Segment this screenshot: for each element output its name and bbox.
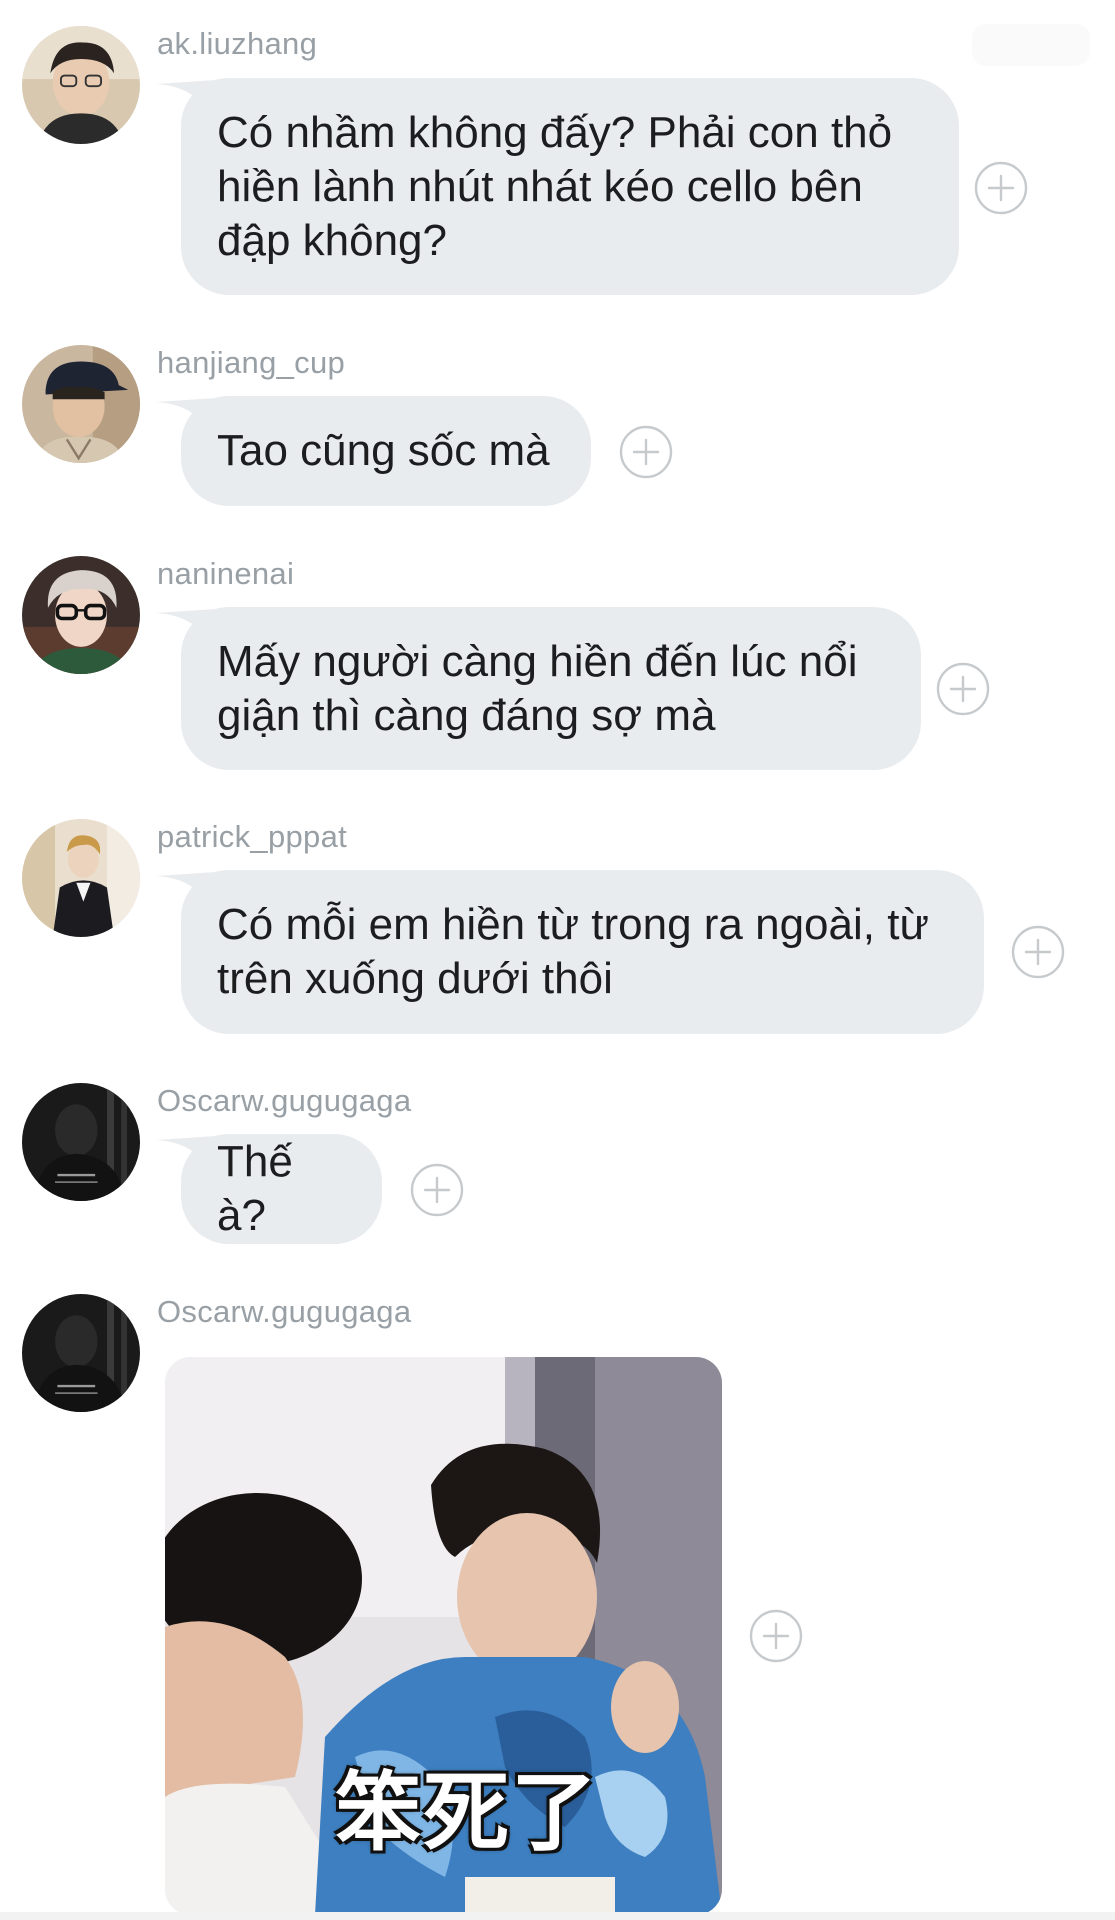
avatar[interactable] — [22, 345, 140, 463]
avatar-photo — [22, 1083, 140, 1201]
avatar[interactable] — [22, 26, 140, 144]
message-username: ak.liuzhang — [157, 26, 318, 61]
plus-circle-icon — [936, 662, 990, 716]
message-bubble[interactable]: Mấy người càng hiền đến lúc nổi giận thì… — [181, 607, 921, 770]
add-reaction-button[interactable] — [619, 425, 673, 479]
message-username: patrick_pppat — [157, 819, 348, 854]
sticker-image[interactable]: 笨死了 — [165, 1357, 722, 1915]
add-reaction-button[interactable] — [749, 1609, 803, 1663]
message-text: Tao cũng sốc mà — [217, 426, 550, 475]
avatar[interactable] — [22, 1083, 140, 1201]
message-bubble[interactable]: Tao cũng sốc mà — [181, 396, 591, 506]
plus-circle-icon — [1011, 925, 1065, 979]
avatar[interactable] — [22, 1294, 140, 1412]
avatar[interactable] — [22, 556, 140, 674]
add-reaction-button[interactable] — [974, 161, 1028, 215]
add-reaction-button[interactable] — [410, 1163, 464, 1217]
avatar-photo — [22, 819, 140, 937]
add-reaction-button[interactable] — [936, 662, 990, 716]
avatar-photo — [22, 1294, 140, 1412]
message-username: hanjiang_cup — [157, 345, 346, 380]
top-right-faint-element — [972, 24, 1090, 66]
message-username: Oscarw.gugugaga — [157, 1294, 412, 1329]
avatar[interactable] — [22, 819, 140, 937]
message-text: Mấy người càng hiền đến lúc nổi giận thì… — [217, 636, 858, 740]
avatar-photo — [22, 556, 140, 674]
message-bubble[interactable]: Có mỗi em hiền từ trong ra ngoài, từ trê… — [181, 870, 984, 1034]
message-text: Thế à? — [217, 1137, 293, 1240]
avatar-photo — [22, 345, 140, 463]
message-text: Có mỗi em hiền từ trong ra ngoài, từ trê… — [217, 900, 929, 1003]
bottom-edge — [0, 1912, 1115, 1920]
message-bubble[interactable]: Có nhầm không đấy? Phải con thỏ hiền làn… — [181, 78, 959, 295]
add-reaction-button[interactable] — [1011, 925, 1065, 979]
message-username: naninenai — [157, 556, 295, 591]
message-text: Có nhầm không đấy? Phải con thỏ hiền làn… — [217, 107, 893, 265]
sticker-caption: 笨死了 — [335, 1763, 599, 1863]
plus-circle-icon — [749, 1609, 803, 1663]
message-bubble[interactable]: Thế à? — [181, 1134, 382, 1244]
plus-circle-icon — [619, 425, 673, 479]
message-username: Oscarw.gugugaga — [157, 1083, 412, 1118]
plus-circle-icon — [974, 161, 1028, 215]
avatar-photo — [22, 26, 140, 144]
plus-circle-icon — [410, 1163, 464, 1217]
